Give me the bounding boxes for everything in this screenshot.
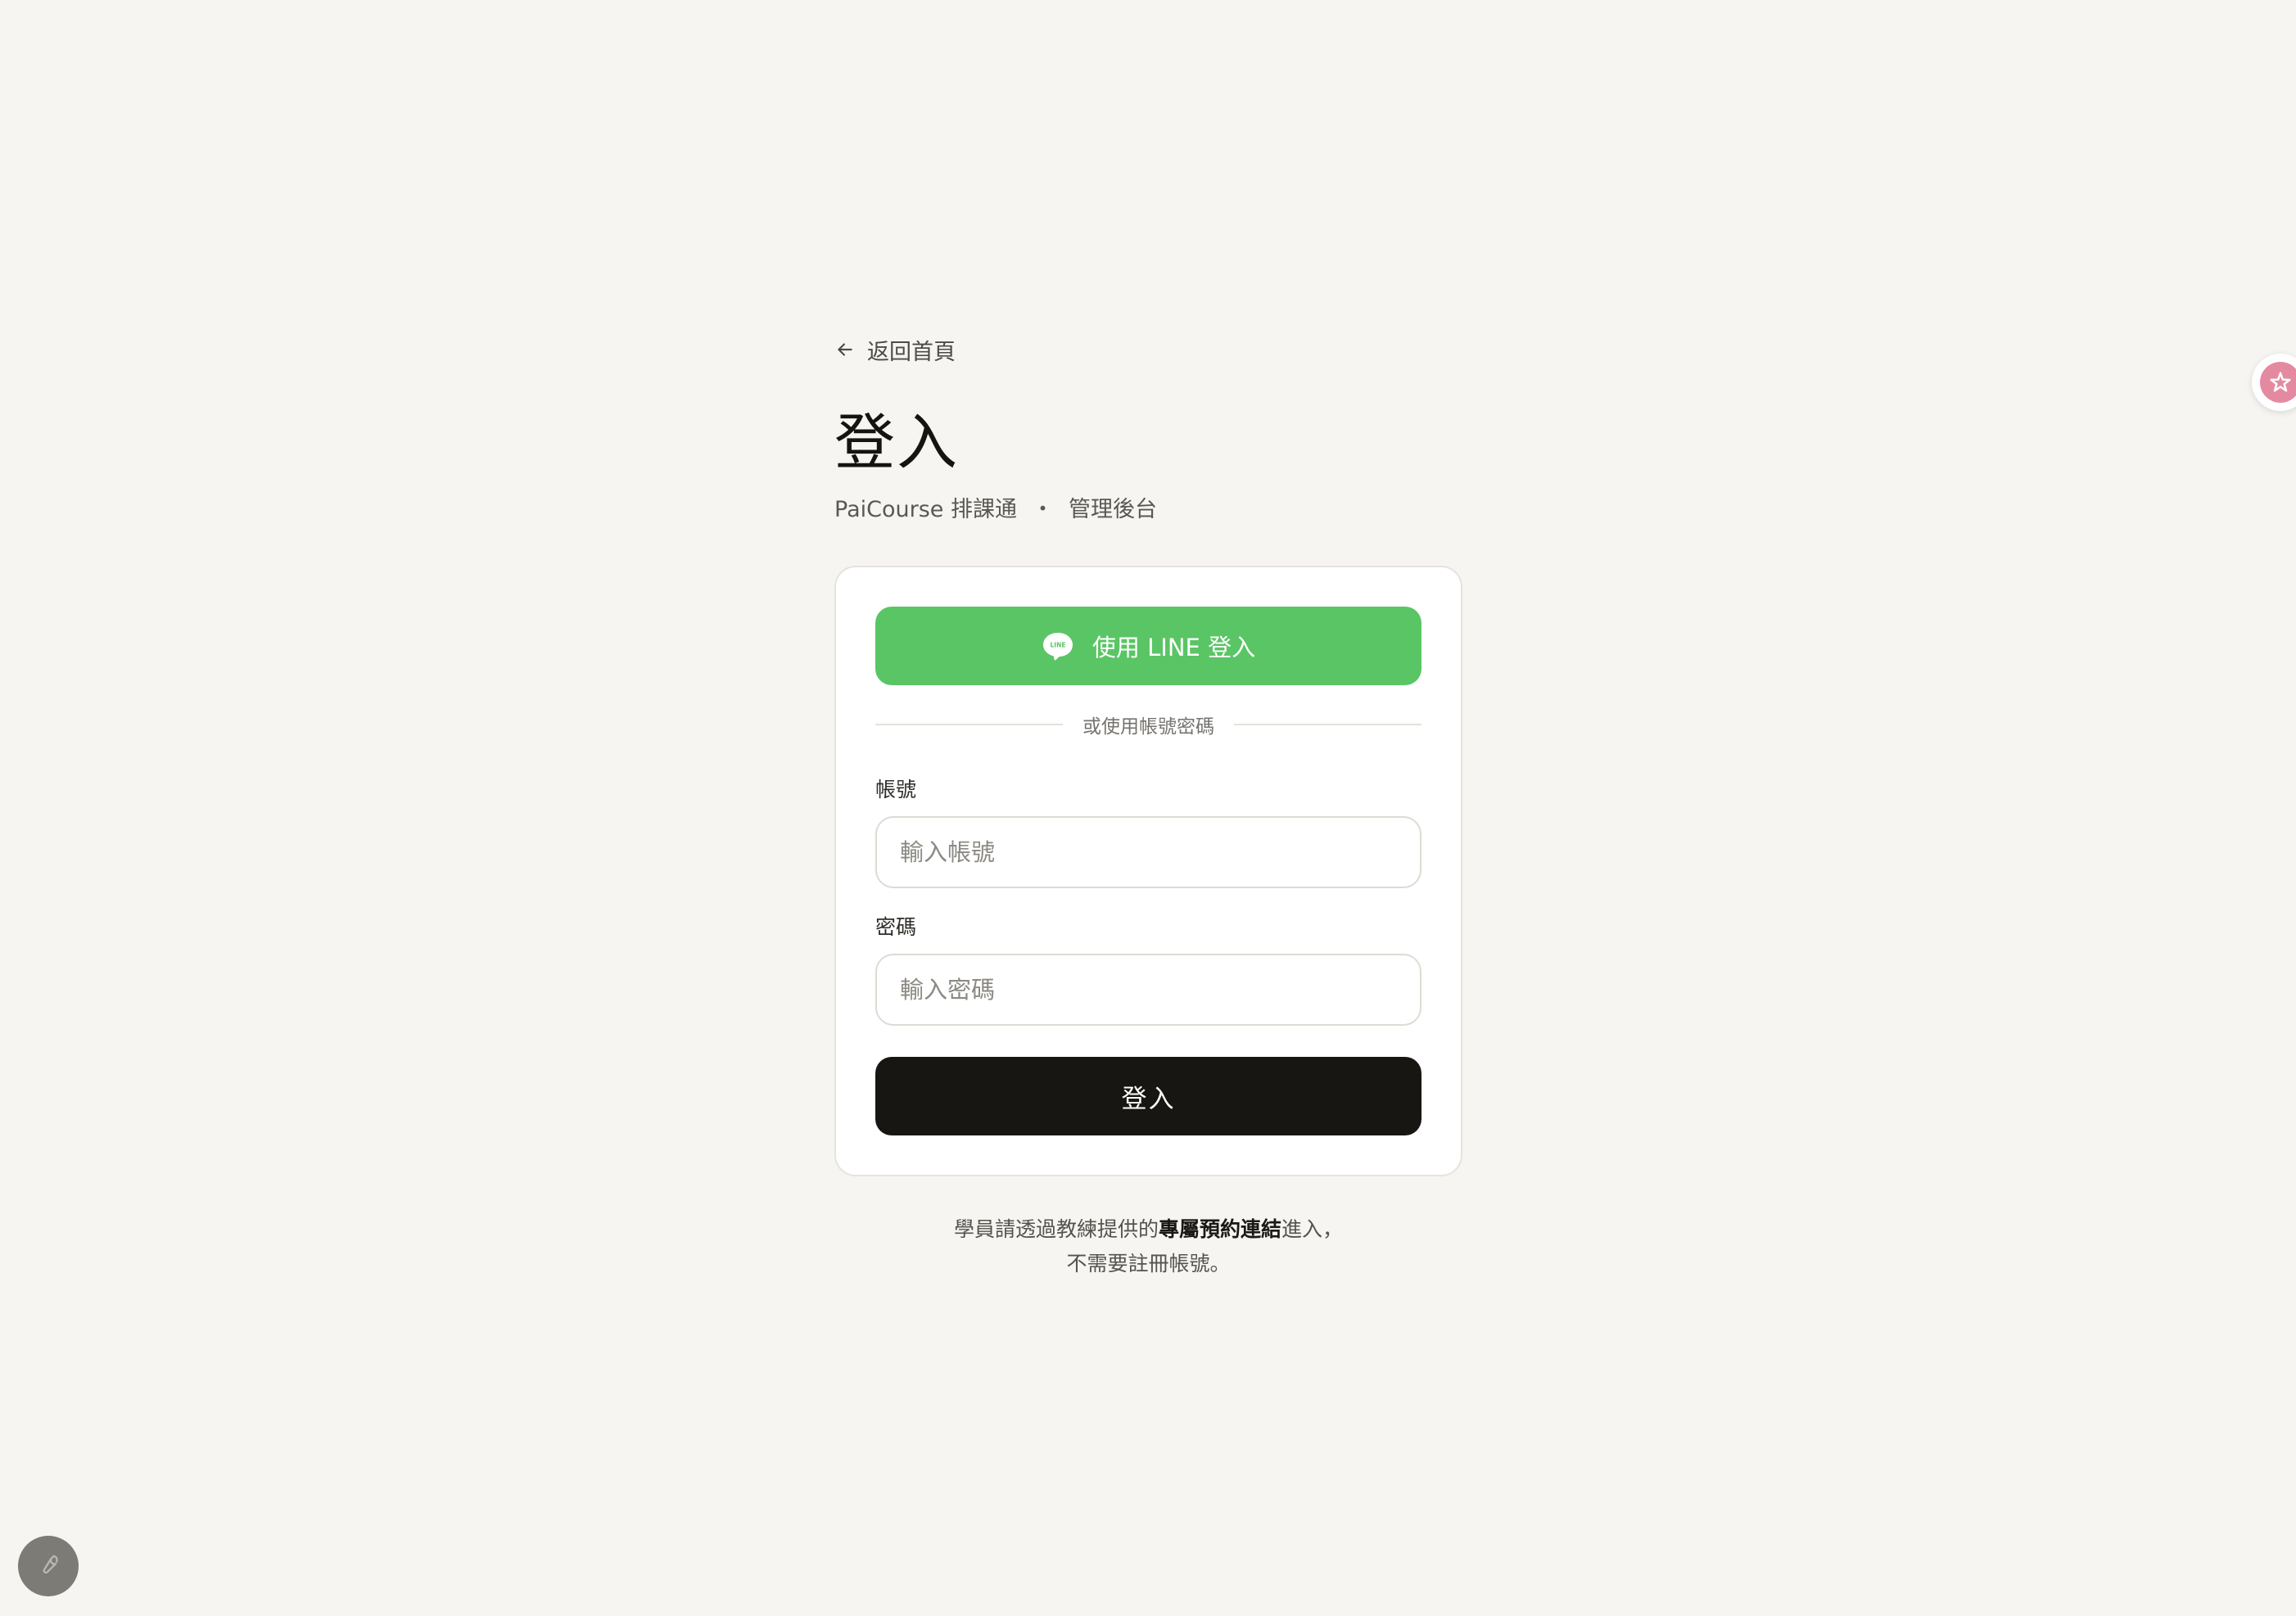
account-label: 帳號 xyxy=(875,778,917,801)
student-note-line-2: 不需要註冊帳號。 xyxy=(1066,1252,1231,1275)
wrench-icon xyxy=(37,1553,60,1579)
back-home-label: 返回首頁 xyxy=(867,339,956,365)
side-widget-button[interactable] xyxy=(2252,354,2296,411)
sparkle-icon xyxy=(2260,362,2296,403)
student-note-line-1: 學員請透過教練提供的專屬預約連結進入， xyxy=(834,1212,1462,1247)
student-note-prefix: 學員請透過教練提供的 xyxy=(953,1217,1159,1241)
line-login-label: 使用 LINE 登入 xyxy=(1092,634,1256,661)
line-chat-bubble-icon: LINE xyxy=(1042,630,1074,662)
dev-tools-button[interactable] xyxy=(18,1536,79,1596)
back-home-link[interactable]: 返回首頁 xyxy=(834,332,1462,368)
divider-rule-left xyxy=(875,724,1063,725)
password-input[interactable] xyxy=(875,954,1421,1026)
login-page: 返回首頁 登入 PaiCourse 排課通 ・ 管理後台 LINE 使用 LIN… xyxy=(834,332,1462,1281)
subtitle-app-name: PaiCourse 排課通 xyxy=(834,496,1017,522)
line-icon-text: LINE xyxy=(1050,642,1065,649)
student-note-suffix: 進入， xyxy=(1281,1217,1344,1241)
student-note: 學員請透過教練提供的專屬預約連結進入， 不需要註冊帳號。 xyxy=(834,1212,1462,1281)
page-title: 登入 xyxy=(834,408,959,478)
divider-rule-right xyxy=(1234,724,1421,725)
divider: 或使用帳號密碼 xyxy=(875,708,1421,741)
subtitle-section: 管理後台 xyxy=(1068,496,1157,522)
login-submit-button[interactable]: 登入 xyxy=(875,1057,1421,1135)
password-label: 密碼 xyxy=(875,915,917,939)
account-input[interactable] xyxy=(875,816,1421,888)
arrow-left-icon xyxy=(834,339,856,360)
divider-text: 或使用帳號密碼 xyxy=(1082,716,1214,738)
page-subtitle: PaiCourse 排課通 ・ 管理後台 xyxy=(834,490,1462,523)
line-login-button[interactable]: LINE 使用 LINE 登入 xyxy=(875,607,1421,685)
subtitle-separator: ・ xyxy=(1031,496,1054,522)
student-note-emphasis: 專屬預約連結 xyxy=(1158,1217,1281,1241)
login-card: LINE 使用 LINE 登入 或使用帳號密碼 帳號 密碼 登入 xyxy=(834,566,1462,1176)
